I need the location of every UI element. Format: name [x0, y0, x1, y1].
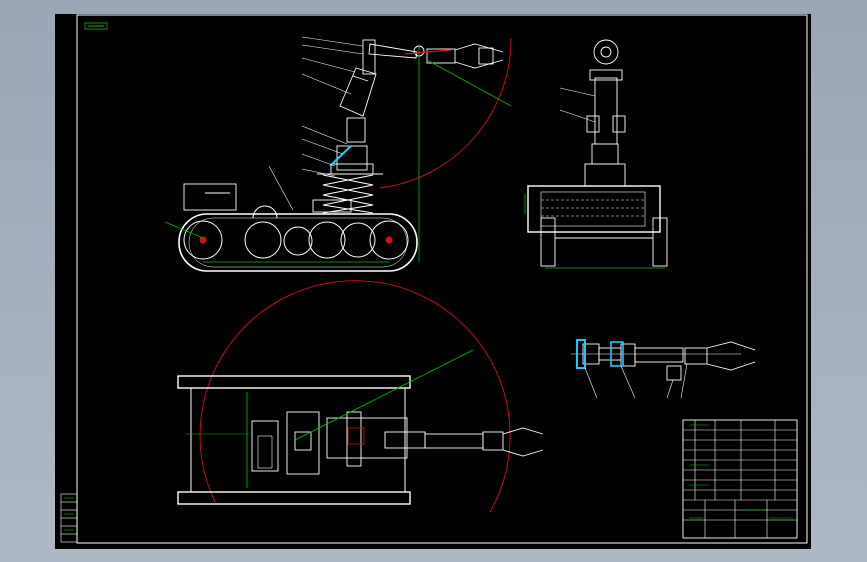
battery-box: [183, 183, 237, 211]
front-view: [527, 39, 668, 267]
side-view: [178, 37, 512, 272]
drawing-sheet: [55, 14, 811, 549]
gripper-fingers: [706, 341, 756, 371]
outer-frame: [76, 14, 808, 544]
gripper-detail-accents: [576, 339, 688, 399]
arm-top: [326, 417, 408, 459]
arm-lower-link: [346, 117, 366, 143]
front-column: [594, 77, 618, 145]
cad-drawing: [60, 14, 808, 544]
reach-arc-top: [199, 280, 511, 513]
turret-top: [286, 411, 320, 475]
top-view: [177, 280, 544, 513]
top-track-upper: [177, 375, 411, 389]
front-body: [527, 185, 661, 233]
sprocket: [252, 205, 278, 219]
scissor-lift: [317, 173, 383, 214]
front-shoulder: [593, 39, 619, 65]
left-track-front: [540, 217, 556, 267]
gripper-detail: [571, 341, 756, 381]
side-view-leaders: [268, 36, 364, 211]
track-wheels: [183, 220, 409, 260]
forearm: [368, 43, 418, 59]
gripper-top: [502, 427, 544, 457]
left-stamp: [60, 493, 78, 543]
title-block: [682, 419, 798, 539]
reach-arc-side: [379, 37, 512, 189]
